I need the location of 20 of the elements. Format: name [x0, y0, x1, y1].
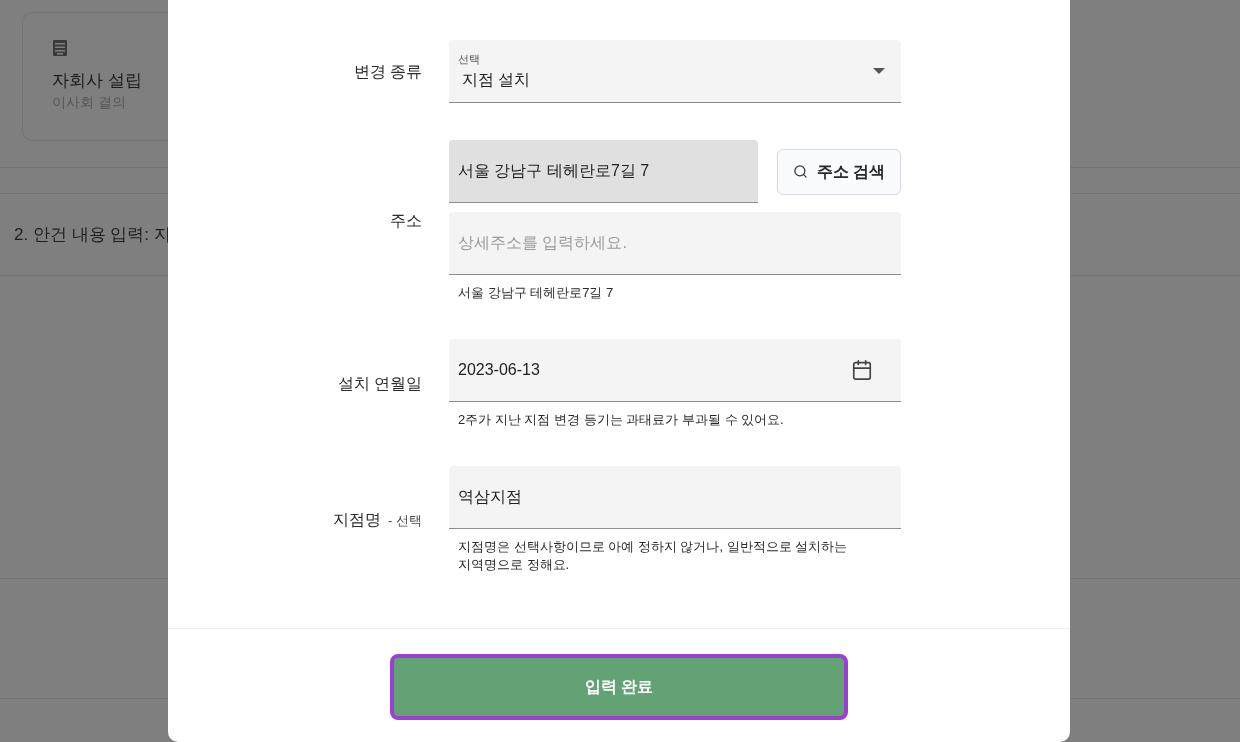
optional-note: - 선택 — [388, 512, 422, 530]
field-label: 지점명 — [333, 510, 382, 530]
field-label: 설치 연월일 — [337, 374, 422, 394]
section-heading: 2. 안건 내용 입력: 지 — [14, 223, 171, 246]
branch-name-field[interactable]: 역삼지점 — [449, 466, 901, 529]
field-label: 주소 — [390, 211, 422, 231]
card-title: 자회사 설립 — [52, 70, 143, 92]
date-field[interactable]: 2023-06-13 — [449, 339, 901, 402]
address-field[interactable]: 서울 강남구 테헤란로7길 7 — [449, 140, 758, 203]
calendar-icon[interactable] — [851, 359, 873, 381]
detail-address-field[interactable]: 상세주소를 입력하세요. — [449, 212, 901, 275]
helper-text: 2주가 지난 지점 변경 등기는 과태료가 부과될 수 있어요. — [457, 411, 785, 429]
field-label: 변경 종류 — [353, 61, 422, 82]
helper-text: 서울 강남구 테헤란로7길 7 — [457, 284, 615, 302]
select-field[interactable]: 선택 지점 설치 — [449, 40, 901, 103]
list-icon — [52, 40, 68, 56]
address-search-button[interactable]: 주소 검색 — [777, 148, 901, 195]
helper-text: 지점명은 선택사항이므로 아예 정하지 않거나, 일반적으로 설치하는 지역명으로 정해요. — [457, 538, 849, 574]
dropdown-caret-icon — [873, 68, 885, 74]
search-icon — [792, 164, 808, 179]
